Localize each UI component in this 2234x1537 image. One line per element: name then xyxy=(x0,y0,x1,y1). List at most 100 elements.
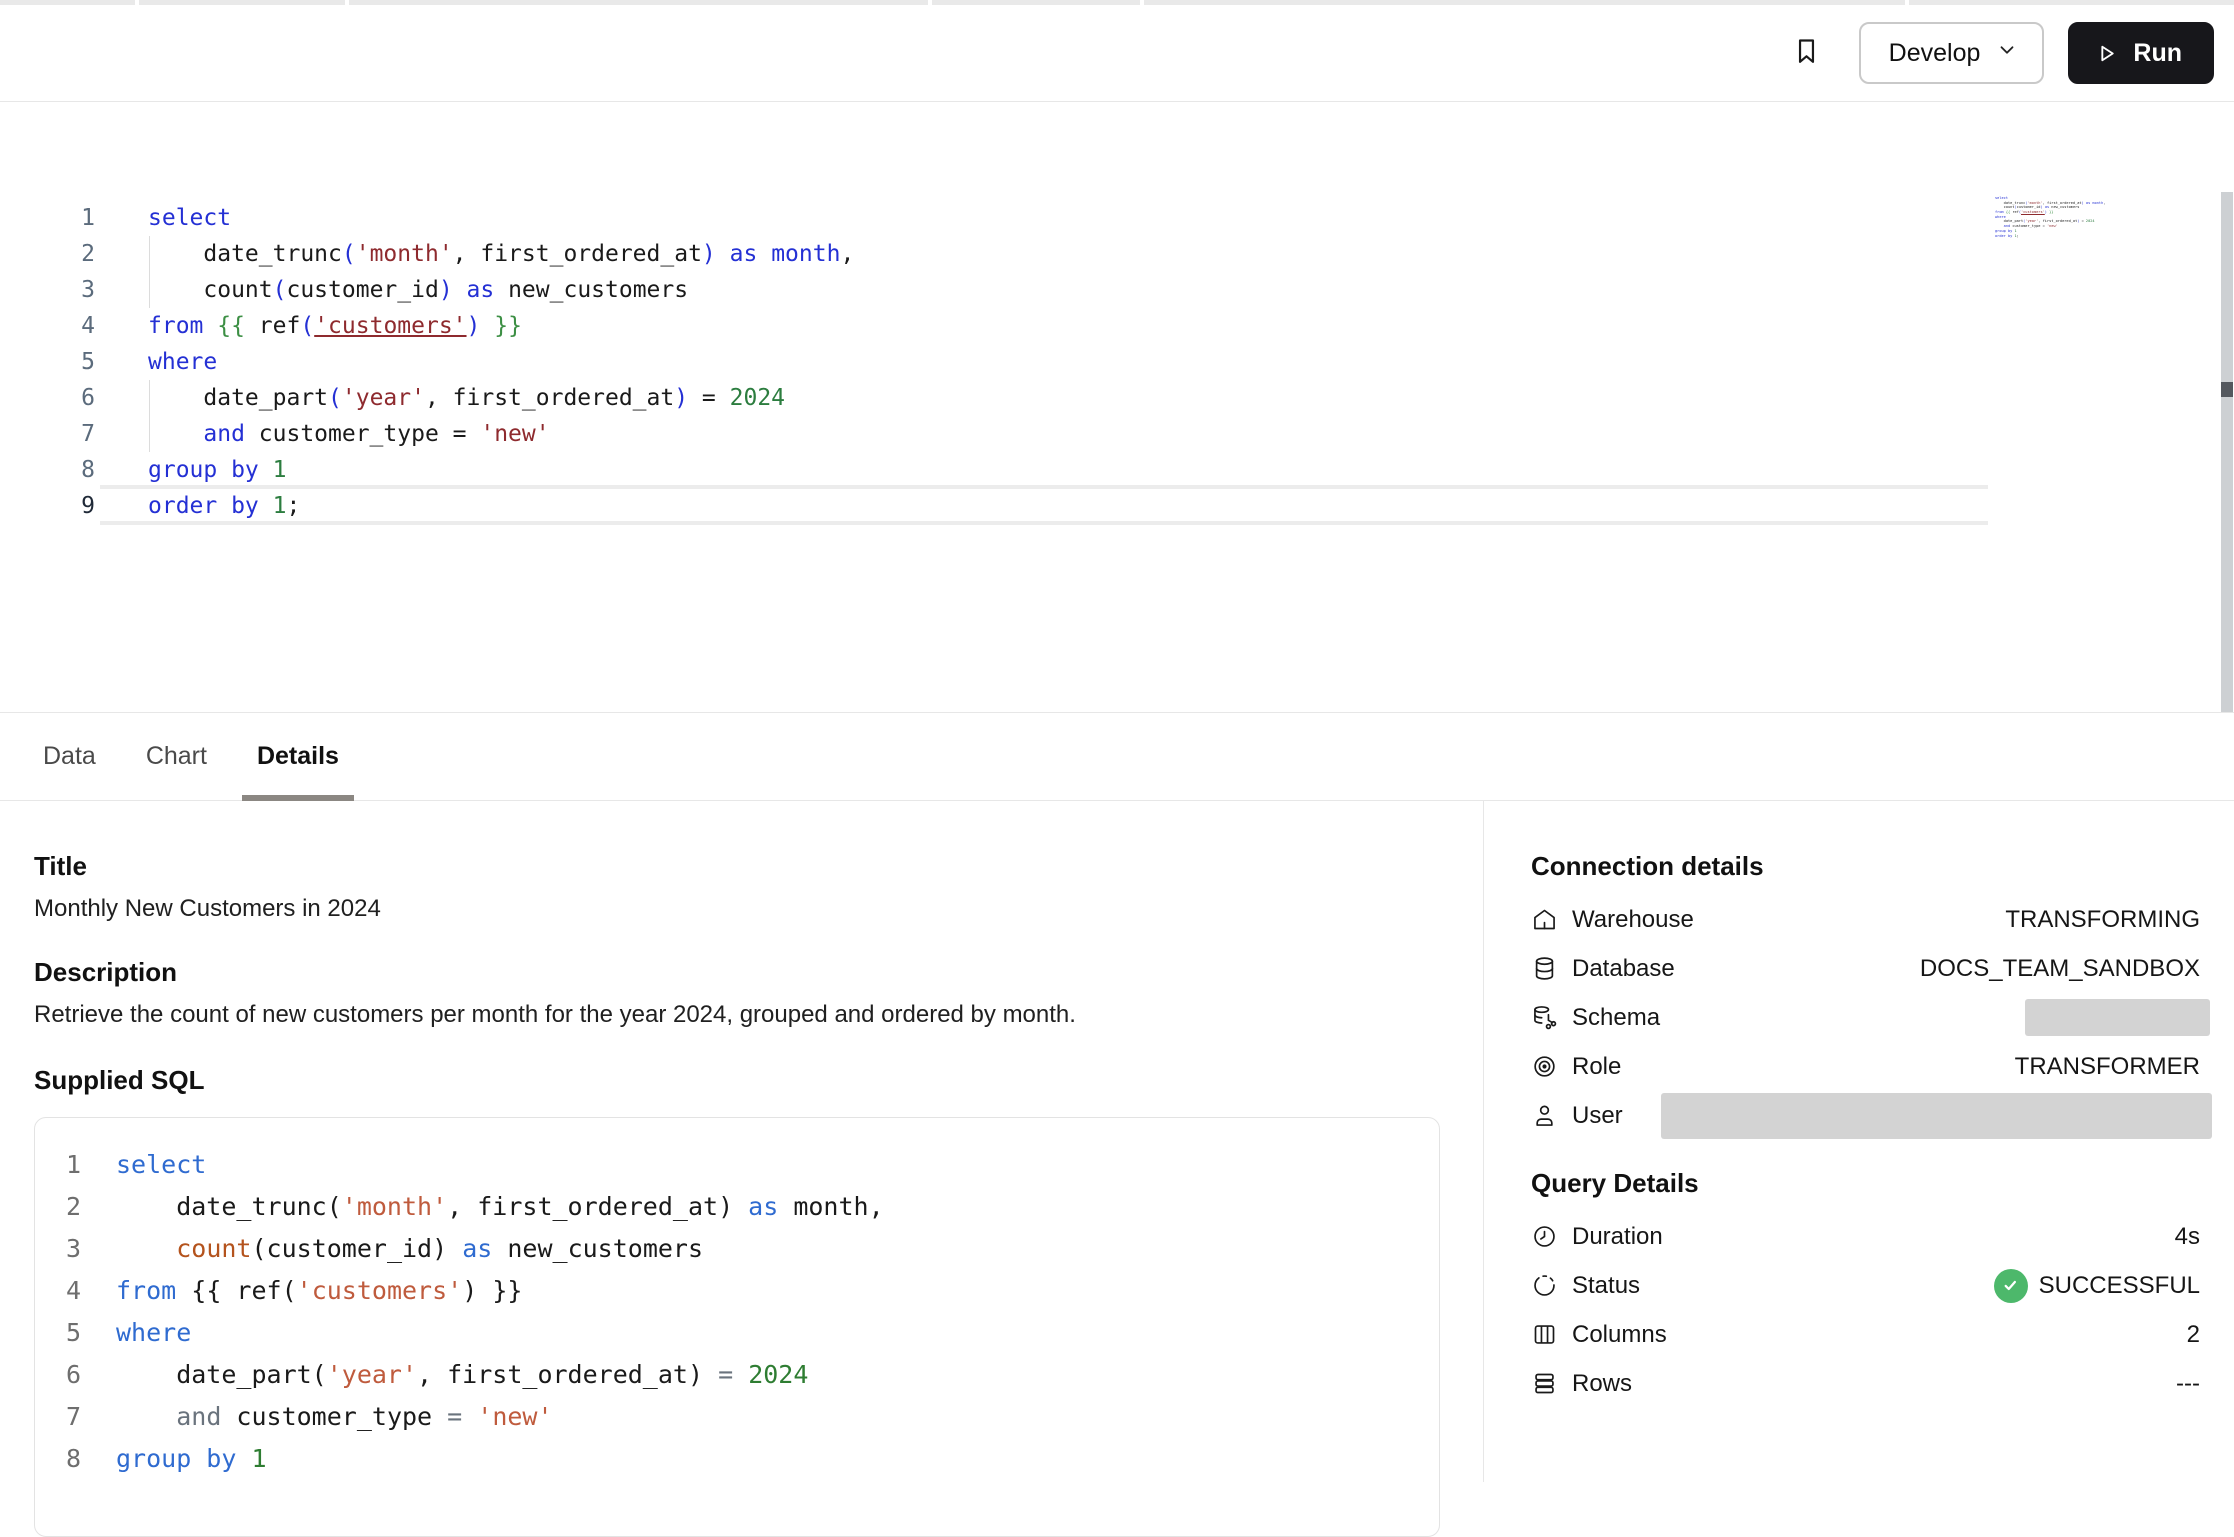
line-number: 2 xyxy=(0,236,95,272)
code-token: 'new' xyxy=(480,421,549,447)
detail-label: Rows xyxy=(1572,1370,1632,1398)
editor-scrollbar-thumb[interactable] xyxy=(2221,382,2233,397)
code-text: group by 1 xyxy=(95,452,287,488)
code-token: month, xyxy=(778,1192,883,1221)
code-token: = xyxy=(688,385,730,411)
code-token: group by xyxy=(148,457,259,483)
editor-line: 3 count(customer_id) as new_customers xyxy=(0,272,1990,308)
code-token: group by xyxy=(1995,229,2012,233)
code-token xyxy=(116,1402,176,1431)
code-token: customer_id xyxy=(286,277,438,303)
editor-line: 9order by 1; xyxy=(0,488,1990,524)
code-token: and xyxy=(176,1402,221,1431)
rows-icon xyxy=(1531,1370,1558,1397)
code-token: select xyxy=(148,205,231,231)
tab-details[interactable]: Details xyxy=(257,713,339,800)
code-token xyxy=(462,1402,477,1431)
line-number: 3 xyxy=(0,272,95,308)
code-token: , xyxy=(2103,201,2105,205)
detail-row-database: DatabaseDOCS_TEAM_SANDBOX xyxy=(1531,944,2200,993)
code-text: where xyxy=(81,1312,191,1354)
code-token: 1 xyxy=(273,457,287,483)
code-token: , xyxy=(840,241,854,267)
supplied-sql-card: 1select2 date_trunc('month', first_order… xyxy=(34,1117,1440,1537)
line-number: 7 xyxy=(35,1396,81,1438)
tab-data[interactable]: Data xyxy=(43,713,96,800)
code-token: , first_ordered_at xyxy=(453,241,702,267)
detail-row-warehouse: Warehouse TRANSFORMING xyxy=(1531,895,2200,944)
bookmark-button[interactable] xyxy=(1785,31,1829,75)
code-text: and customer_type = 'new' xyxy=(81,1396,553,1438)
code-token: ) xyxy=(439,277,453,303)
run-button[interactable]: Run xyxy=(2068,22,2214,84)
code-token: , first_ordered_at) xyxy=(447,1192,748,1221)
code-token: ; xyxy=(2017,234,2019,238)
code-token: count xyxy=(148,277,273,303)
editor-line: 7 and customer_type = 'new' xyxy=(0,416,1990,452)
supplied-sql-line: 2 date_trunc('month', first_ordered_at) … xyxy=(35,1186,1439,1228)
line-number: 5 xyxy=(35,1312,81,1354)
columns-icon xyxy=(1531,1321,1558,1348)
run-button-label: Run xyxy=(2133,39,2182,68)
code-text: select xyxy=(81,1144,206,1186)
code-token: 'customers' xyxy=(297,1276,463,1305)
detail-label: Columns xyxy=(1572,1321,1667,1349)
code-token xyxy=(236,1444,251,1473)
code-token: group by xyxy=(116,1444,236,1473)
line-number: 1 xyxy=(35,1144,81,1186)
code-token: ( xyxy=(342,241,356,267)
tab-chart[interactable]: Chart xyxy=(146,713,207,800)
sql-editor[interactable]: 1select2 date_trunc('month', first_order… xyxy=(0,103,2234,712)
line-number: 4 xyxy=(35,1270,81,1312)
develop-button[interactable]: Develop xyxy=(1859,22,2045,84)
code-token: = xyxy=(718,1360,733,1389)
code-token: date_part xyxy=(1995,219,2023,223)
detail-label: Schema xyxy=(1572,1004,1660,1032)
code-token: ) }} xyxy=(462,1276,522,1305)
supplied-sql-line: 4from {{ ref('customers') }} xyxy=(35,1270,1439,1312)
code-token: ref xyxy=(245,313,300,339)
code-text: select xyxy=(95,200,231,236)
code-token: from xyxy=(1995,210,2004,214)
code-token: 'month' xyxy=(342,1192,447,1221)
code-token: new_customers xyxy=(494,277,688,303)
code-text: count(customer_id) as new_customers xyxy=(95,272,688,308)
role-icon xyxy=(1531,1053,1558,1080)
detail-label: Warehouse xyxy=(1572,906,1694,934)
code-token: date_part( xyxy=(116,1360,327,1389)
code-token xyxy=(1995,224,2004,228)
details-right-panel: Connection details Warehouse TRANSFORMING… xyxy=(1483,801,2234,1482)
redacted-value xyxy=(2025,999,2210,1036)
editor-code: 1select2 date_trunc('month', first_order… xyxy=(0,200,1990,524)
editor-minimap[interactable]: select date_trunc('month', first_ordered… xyxy=(1995,196,2101,238)
code-text: date_part('year', first_ordered_at) = 20… xyxy=(81,1354,808,1396)
detail-row-columns: Columns2 xyxy=(1531,1310,2200,1359)
duration-icon xyxy=(1531,1223,1558,1250)
line-number: 8 xyxy=(35,1438,81,1480)
line-number: 8 xyxy=(0,452,95,488)
code-token: , first_ordered_at xyxy=(425,385,674,411)
code-token: 1 xyxy=(273,493,287,519)
develop-button-label: Develop xyxy=(1889,39,1981,68)
code-token: as xyxy=(467,277,495,303)
chevron-down-icon xyxy=(1996,39,2018,68)
code-token: month xyxy=(2092,201,2103,205)
header-toolbar: Develop Run xyxy=(0,5,2234,102)
code-token: ) xyxy=(702,241,716,267)
detail-value: TRANSFORMER xyxy=(2015,1053,2200,1081)
details-left-panel: Title Monthly New Customers in 2024 Desc… xyxy=(0,801,1483,1482)
line-number: 6 xyxy=(0,380,95,416)
code-token: new_customers xyxy=(492,1234,703,1263)
supplied-sql-line: 1select xyxy=(35,1144,1439,1186)
detail-value-text: TRANSFORMING xyxy=(2005,906,2200,934)
code-token: ; xyxy=(287,493,301,519)
code-token: date_part xyxy=(148,385,328,411)
detail-value-text: TRANSFORMER xyxy=(2015,1053,2200,1081)
detail-value: DOCS_TEAM_SANDBOX xyxy=(1920,955,2200,983)
code-text: date_trunc('month', first_ordered_at) as… xyxy=(81,1186,884,1228)
detail-row-rows: Rows--- xyxy=(1531,1359,2200,1408)
detail-value: TRANSFORMING xyxy=(2005,906,2200,934)
connection-details-heading: Connection details xyxy=(1531,851,2200,881)
detail-row-role: RoleTRANSFORMER xyxy=(1531,1042,2200,1091)
code-token xyxy=(757,241,771,267)
